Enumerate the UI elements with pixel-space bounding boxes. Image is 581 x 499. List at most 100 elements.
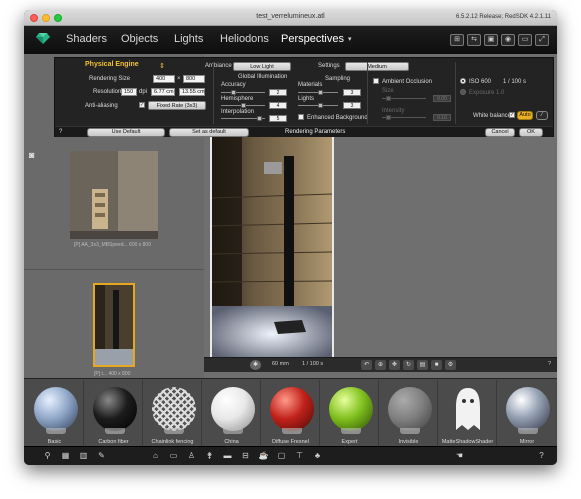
shader-item[interactable]: Carbon fiber: [85, 380, 143, 446]
ambient-occlusion-checkbox[interactable]: [373, 78, 379, 84]
ao-size-slider-knob[interactable]: [386, 96, 391, 101]
cancel-button[interactable]: Cancel: [485, 128, 515, 137]
white-balance-checkbox[interactable]: ✓: [509, 112, 515, 118]
accuracy-slider-knob[interactable]: [231, 90, 236, 95]
settings-select[interactable]: Medium: [345, 62, 409, 71]
car-icon[interactable]: ⊟: [240, 451, 251, 461]
enhanced-background-checkbox[interactable]: [298, 114, 304, 120]
ao-size-value[interactable]: 0.00: [433, 95, 451, 102]
ao-size-slider[interactable]: [382, 96, 426, 101]
brush-icon[interactable]: ✎: [96, 451, 107, 461]
settings-gear-icon[interactable]: ✱: [250, 360, 261, 370]
help-icon[interactable]: ?: [536, 451, 547, 461]
perspectives-dropdown-icon[interactable]: ▾: [348, 35, 352, 43]
engine-dropdown-icon[interactable]: ⇕: [159, 62, 165, 70]
options-icon[interactable]: ⚙: [445, 360, 456, 370]
shutter-speed[interactable]: 1 / 100 s: [302, 361, 323, 367]
ok-button[interactable]: OK: [519, 128, 543, 137]
lights-slider[interactable]: [298, 103, 338, 108]
ao-intensity-value[interactable]: 0.10: [433, 114, 451, 121]
pan-icon[interactable]: ✥: [389, 360, 400, 370]
window-icon[interactable]: ▭: [518, 34, 532, 46]
title-bar: test_verrelumineux.atl 6.5.2.12 Release;…: [24, 10, 557, 26]
shader-item[interactable]: Chainlink fencing: [144, 380, 202, 446]
ghost-shader-preview: [456, 388, 480, 430]
viewport-help[interactable]: ?: [548, 361, 551, 367]
ao-intensity-slider-knob[interactable]: [386, 115, 391, 120]
focal-length[interactable]: 60 mm: [272, 361, 289, 367]
hemisphere-slider[interactable]: [221, 103, 265, 108]
hemisphere-slider-knob[interactable]: [241, 103, 246, 108]
menu-lights[interactable]: Lights: [174, 33, 203, 45]
fullscreen-icon[interactable]: ⤢: [535, 34, 549, 46]
hand-icon[interactable]: ☚: [454, 451, 465, 461]
shader-item[interactable]: Diffuse Fresnel: [262, 380, 320, 446]
hemisphere-value[interactable]: 4: [269, 102, 287, 109]
shader-item[interactable]: Mirror: [498, 380, 556, 446]
camera-icon[interactable]: ◉: [501, 34, 515, 46]
ambiance-select[interactable]: Low Light: [233, 62, 291, 71]
shader-item[interactable]: MatteShadowShader: [439, 380, 497, 446]
share-icon[interactable]: ⇆: [467, 34, 481, 46]
shader-item[interactable]: China: [203, 380, 261, 446]
exposure-radio[interactable]: [460, 89, 466, 95]
render-scene: [211, 136, 333, 362]
accuracy-value[interactable]: 2: [269, 89, 287, 96]
render-icon[interactable]: ▤: [417, 360, 428, 370]
cup-icon[interactable]: ☕: [258, 451, 269, 461]
tree-icon[interactable]: ♣: [312, 451, 323, 461]
table-icon[interactable]: ⊤: [294, 451, 305, 461]
auto-white-balance-button[interactable]: Auto: [517, 111, 533, 120]
menu-heliodons[interactable]: Heliodons: [220, 33, 269, 45]
menu-shaders[interactable]: Shaders: [66, 33, 107, 45]
perspective-thumbnail-1[interactable]: [70, 151, 158, 239]
shader-item[interactable]: Basic: [26, 380, 84, 446]
shader-item[interactable]: Expert: [321, 380, 379, 446]
menu-objects[interactable]: Objects: [121, 33, 158, 45]
lamp-icon[interactable]: ⚵: [204, 451, 215, 461]
size-cm-height-field[interactable]: 13.55 cm: [179, 88, 205, 96]
materials-value[interactable]: 3: [343, 89, 361, 96]
brick-icon[interactable]: ▥: [78, 451, 89, 461]
resolution-field[interactable]: 150: [121, 88, 137, 96]
zoom-icon[interactable]: ⊕: [375, 360, 386, 370]
rendering-width-field[interactable]: 400: [153, 75, 175, 83]
antialiasing-checkbox[interactable]: ✓: [139, 102, 145, 108]
ao-intensity-slider[interactable]: [382, 115, 426, 120]
shader-tool-icon[interactable]: ⚲: [42, 451, 53, 461]
sofa-icon[interactable]: ▬: [222, 451, 233, 461]
grid-icon[interactable]: ▦: [60, 451, 71, 461]
eyedropper-icon[interactable]: ⁄: [536, 111, 548, 120]
shader-stand: [105, 428, 125, 434]
menu-perspectives[interactable]: Perspectives: [281, 33, 344, 45]
materials-slider-knob[interactable]: [318, 90, 323, 95]
cart-icon[interactable]: ⊞: [450, 34, 464, 46]
box-icon[interactable]: ▢: [276, 451, 287, 461]
set-as-default-button[interactable]: Set as default: [169, 128, 249, 137]
perspective-thumbnail-2[interactable]: [93, 283, 135, 367]
panel-help[interactable]: ?: [59, 129, 62, 135]
lights-value[interactable]: 3: [343, 102, 361, 109]
shader-item[interactable]: Invisible: [380, 380, 438, 446]
antialiasing-select[interactable]: Fixed Rate (3x3): [148, 101, 206, 110]
rendered-image: [210, 134, 334, 364]
use-default-button[interactable]: Use Default: [87, 128, 165, 137]
undo-icon[interactable]: ↶: [361, 360, 372, 370]
tv-icon[interactable]: ▭: [168, 451, 179, 461]
rendering-height-field[interactable]: 800: [183, 75, 205, 83]
interpolation-slider-knob[interactable]: [257, 116, 262, 121]
accuracy-slider[interactable]: [221, 90, 265, 95]
lights-slider-knob[interactable]: [318, 103, 323, 108]
building-icon[interactable]: ⌂: [150, 451, 161, 461]
materials-slider[interactable]: [298, 90, 338, 95]
iso-radio[interactable]: [460, 78, 466, 84]
interpolation-slider[interactable]: [221, 116, 265, 121]
interpolation-value[interactable]: 5: [269, 115, 287, 122]
engine-selector[interactable]: Physical Engine: [85, 61, 139, 68]
size-cm-width-field[interactable]: 6.77 cm: [151, 88, 175, 96]
cube-icon[interactable]: ▣: [484, 34, 498, 46]
camera-add-icon[interactable]: ◙: [29, 150, 41, 160]
orbit-icon[interactable]: ↻: [403, 360, 414, 370]
chair-icon[interactable]: ♙: [186, 451, 197, 461]
stop-icon[interactable]: ■: [431, 360, 442, 370]
